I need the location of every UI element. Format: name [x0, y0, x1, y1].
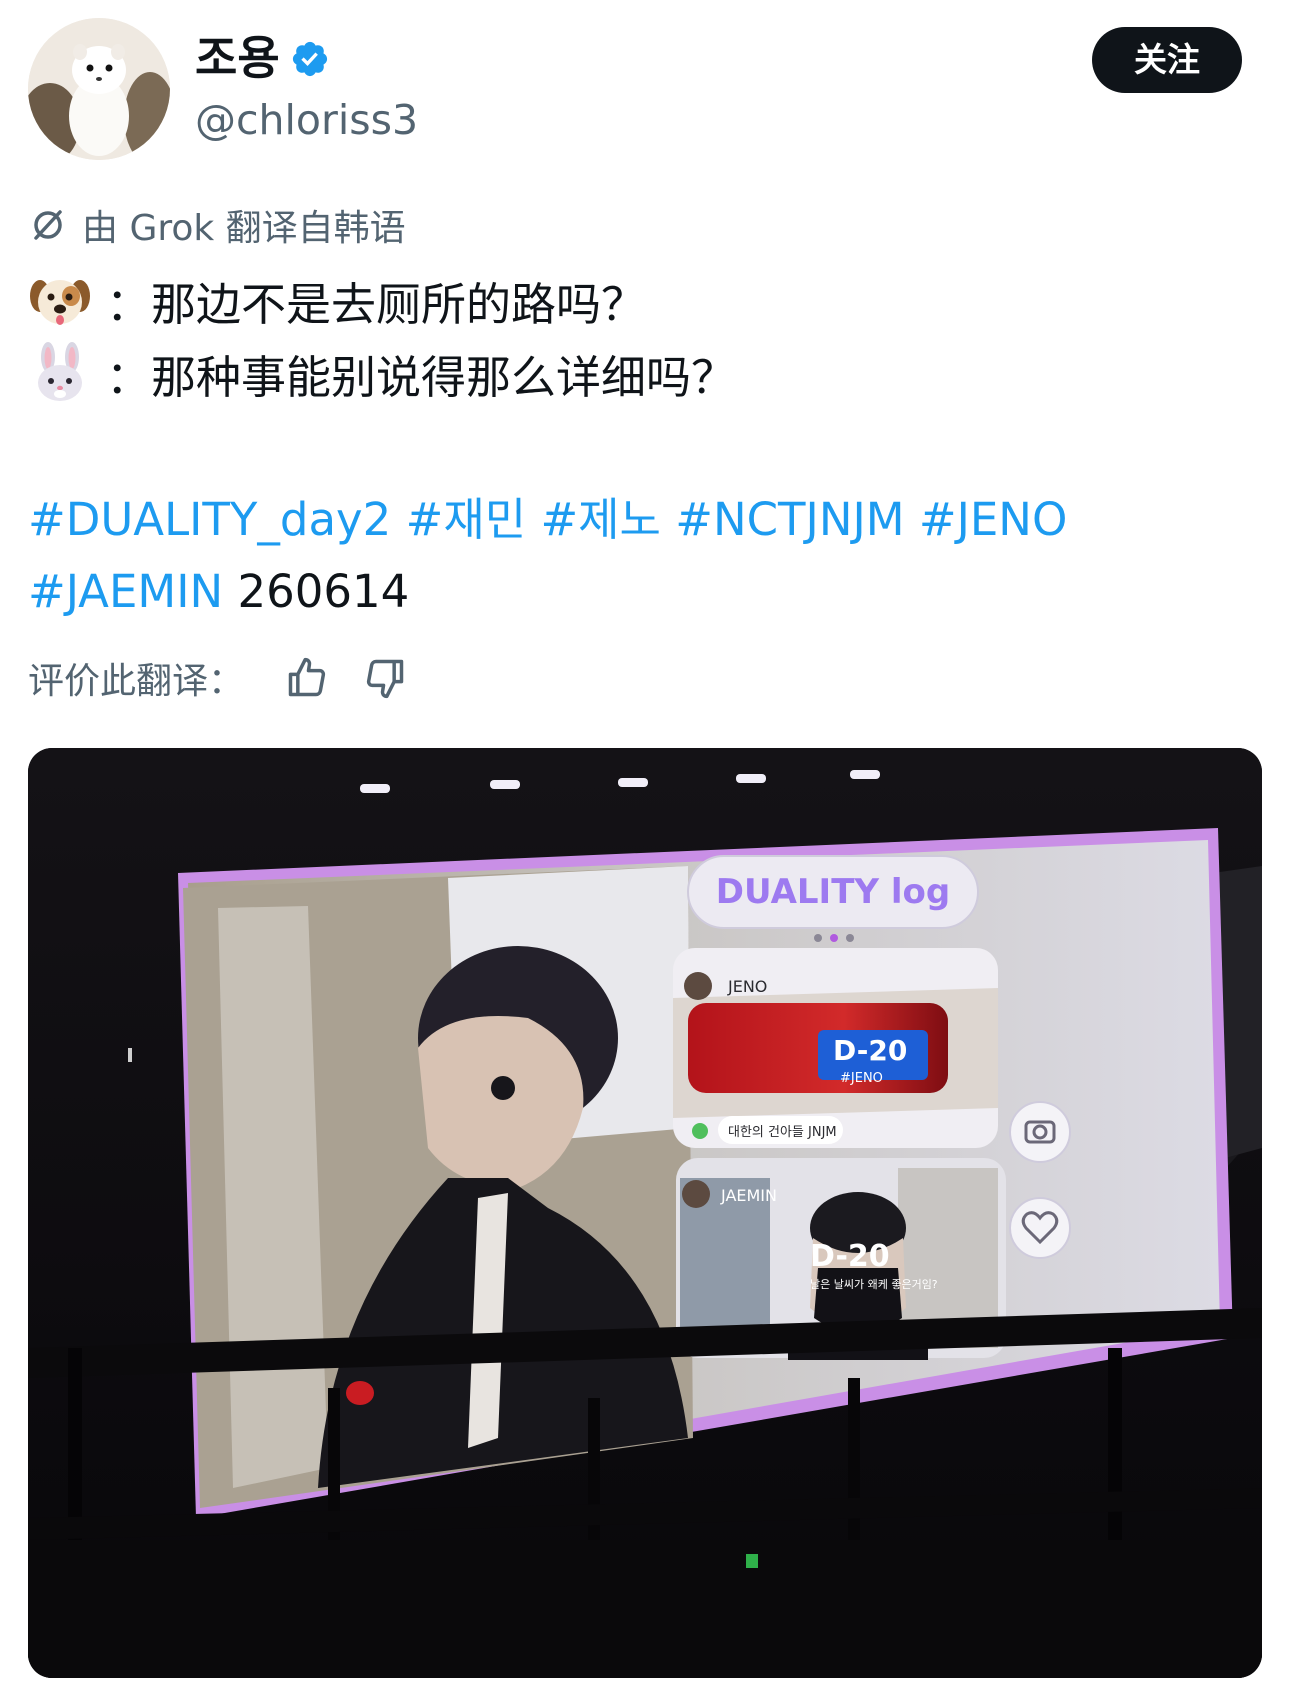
- hashtag-link[interactable]: #제노: [540, 493, 661, 546]
- dog-face-emoji: [30, 280, 90, 325]
- card1-user: JENO: [727, 977, 767, 996]
- rate-translation-label: 评价此翻译：: [28, 661, 245, 702]
- translation-notice-text: 由 Grok 翻译自韩语: [82, 208, 406, 249]
- hashtag-link[interactable]: #JAEMIN: [28, 565, 223, 618]
- card1-caption: 대한의 건아들 JNJM: [728, 1125, 837, 1140]
- translation-notice[interactable]: 由 Grok 翻译自韩语: [28, 200, 406, 250]
- tweet-line-1-text: ：那边不是去厕所的路吗？: [106, 277, 647, 331]
- hashtag-block: #DUALITY_day2 #재민 #제노 #NCTJNJM #JENO #JAE…: [28, 484, 1258, 628]
- card1-tag: #JENO: [840, 1071, 883, 1086]
- follow-button[interactable]: 关注: [1092, 27, 1242, 93]
- rabbit-face-emoji: [38, 342, 82, 401]
- media-photo[interactable]: DUALITY log JENO D-20 #JENO 대한의 건아들 JNJM…: [28, 748, 1262, 1678]
- thumbs-up-icon: [288, 657, 326, 697]
- date-text: 260614: [237, 565, 410, 618]
- handle[interactable]: @chloriss3: [195, 92, 418, 148]
- tweet-line-2: ：那种事能别说得那么详细吗？: [28, 338, 736, 408]
- hashtag-link[interactable]: #JENO: [919, 493, 1068, 546]
- thumbs-down-icon: [366, 659, 404, 699]
- card2-caption: 날은 날씨가 왜케 좋은거임?: [810, 1278, 938, 1291]
- hashtag-link[interactable]: #DUALITY_day2: [28, 493, 391, 546]
- thumbs-down-button[interactable]: [360, 653, 410, 703]
- translate-slash-icon: [34, 210, 62, 240]
- concert-photo: DUALITY log JENO D-20 #JENO 대한의 건아들 JNJM…: [28, 748, 1262, 1678]
- hashtag-link[interactable]: #재민: [406, 493, 527, 546]
- hashtag-link[interactable]: #NCTJNJM: [675, 493, 904, 546]
- screen-title: DUALITY log: [716, 872, 950, 912]
- verified-badge-icon: [292, 41, 328, 77]
- avatar-image: [28, 18, 170, 160]
- display-name[interactable]: 조용: [195, 28, 280, 88]
- thumbs-up-button[interactable]: [282, 653, 332, 703]
- card2-user: JAEMIN: [720, 1186, 777, 1205]
- rate-translation: 评价此翻译：: [28, 650, 410, 706]
- avatar[interactable]: [28, 18, 170, 160]
- card2-countdown: D-20: [810, 1239, 890, 1274]
- card1-countdown: D-20: [833, 1034, 907, 1067]
- tweet-line-2-text: ：那种事能别说得那么详细吗？: [106, 350, 737, 404]
- tweet-line-1: ：那边不是去厕所的路吗？: [28, 265, 646, 335]
